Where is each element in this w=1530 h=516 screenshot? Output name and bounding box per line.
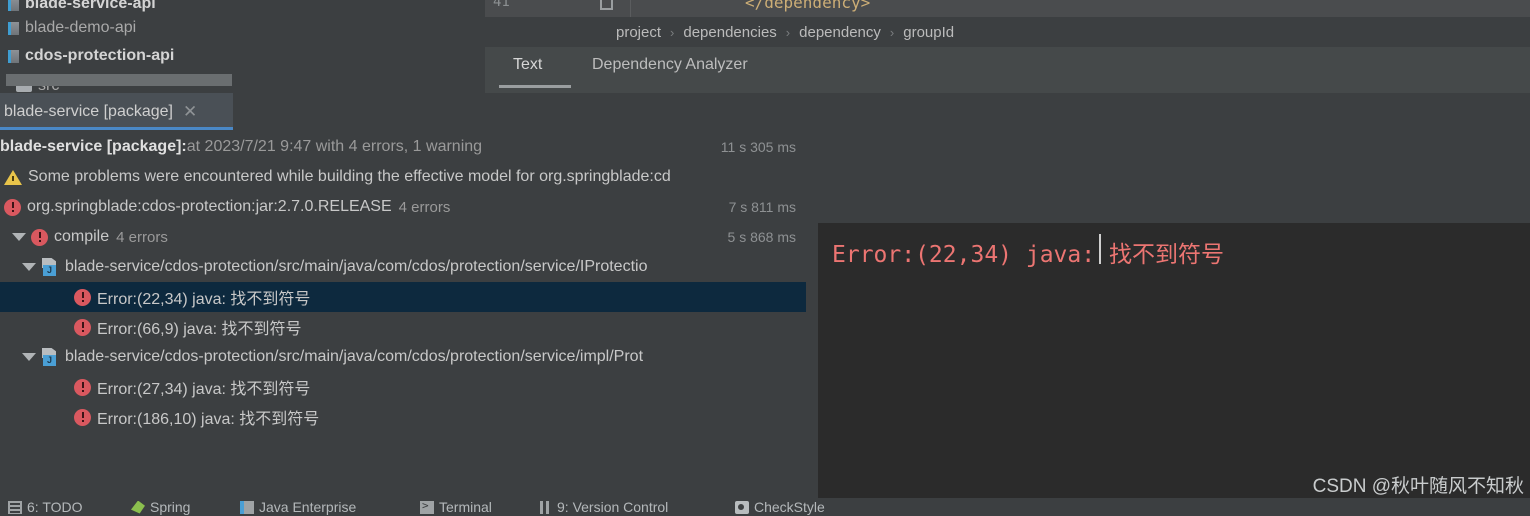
- project-row-label: blade-demo-api: [25, 19, 137, 36]
- java-file-icon: [41, 258, 59, 276]
- build-summary-title: blade-service [package]:: [0, 138, 187, 155]
- breadcrumb-item-project[interactable]: project: [616, 24, 661, 41]
- breadcrumb-item-groupid[interactable]: groupId: [903, 24, 954, 41]
- bottom-button-label: Terminal: [439, 499, 492, 515]
- error-icon: [31, 228, 48, 246]
- bottom-button-label: CheckStyle: [754, 499, 825, 515]
- table-row[interactable]: blade-service/cdos-protection/src/main/j…: [0, 342, 806, 372]
- tab-text[interactable]: Text: [513, 56, 542, 74]
- table-row[interactable]: Error:(27,34) java: 找不到符号: [0, 372, 806, 402]
- pane-splitter[interactable]: [806, 223, 818, 516]
- todo-icon: [8, 500, 22, 514]
- checkstyle-icon: [735, 500, 749, 514]
- source-file-path: blade-service/cdos-protection/src/main/j…: [65, 258, 648, 275]
- artifact-name: org.springblade:cdos-protection:jar:2.7.…: [27, 198, 392, 215]
- error-message: Error:(66,9) java: 找不到符号: [97, 321, 302, 338]
- terminal-icon: [420, 499, 434, 514]
- project-tree-horizontal-scrollbar[interactable]: [6, 74, 232, 86]
- module-icon: [8, 0, 19, 11]
- version-control-icon: [538, 500, 552, 514]
- bottom-button-label: 9: Version Control: [557, 499, 669, 515]
- editor-code-strip[interactable]: 41 </dependency>: [485, 0, 1530, 17]
- bookmark-icon[interactable]: [600, 0, 613, 10]
- ide-window: 41 </dependency> project › dependencies …: [0, 0, 1530, 516]
- java-file-icon: [41, 348, 59, 366]
- messages-tool-window: blade-service [package] ✕ blade-service …: [0, 93, 1530, 516]
- table-row[interactable]: Error:(22,34) java: 找不到符号: [0, 282, 806, 312]
- breadcrumb-item-dependency[interactable]: dependency: [799, 24, 881, 41]
- project-tree-sliver: blade-service-api blade-demo-api cdos-pr…: [0, 0, 485, 93]
- build-results-pane[interactable]: blade-service [package]: at 2023/7/21 9:…: [0, 130, 806, 498]
- error-icon: [74, 318, 91, 336]
- project-row-cdos-protection-api[interactable]: cdos-protection-api: [0, 44, 485, 68]
- breadcrumb-separator-icon: ›: [889, 24, 895, 40]
- bottom-toolbar: 6: TODO Spring Java Enterprise Terminal …: [0, 498, 1530, 516]
- project-row-blade-demo-api[interactable]: blade-demo-api: [0, 16, 485, 40]
- gutter-line-number: 41: [493, 0, 510, 10]
- gutter-divider: [630, 0, 631, 17]
- project-row-label: blade-service-api: [25, 0, 156, 12]
- warning-message: Some problems were encountered while bui…: [28, 168, 671, 185]
- source-file-path: blade-service/cdos-protection/src/main/j…: [65, 348, 644, 365]
- error-count: 4 errors: [116, 228, 168, 246]
- breadcrumb-separator-icon: ›: [670, 24, 675, 40]
- compile-label: compile: [54, 228, 110, 245]
- table-row[interactable]: blade-service/cdos-protection/src/main/j…: [0, 252, 806, 282]
- bottom-button-label: Spring: [150, 499, 191, 515]
- error-message: Error:(186,10) java: 找不到符号: [97, 411, 320, 428]
- breadcrumb-separator-icon: ›: [785, 24, 791, 40]
- bottom-button-checkstyle[interactable]: CheckStyle: [735, 498, 825, 516]
- bottom-button-spring[interactable]: Spring: [131, 498, 190, 516]
- error-message: Error:(27,34) java: 找不到符号: [97, 381, 311, 398]
- error-icon: [74, 378, 91, 396]
- chevron-down-icon[interactable]: [22, 353, 36, 361]
- table-row[interactable]: org.springblade:cdos-protection:jar:2.7.…: [0, 192, 806, 222]
- messages-tab-blade-service[interactable]: blade-service [package] ✕: [0, 93, 233, 130]
- module-icon: [8, 21, 19, 35]
- bottom-button-label: Java Enterprise: [259, 499, 357, 515]
- spring-icon: [131, 500, 145, 514]
- bottom-button-java-enterprise[interactable]: Java Enterprise: [240, 498, 356, 516]
- bottom-button-todo[interactable]: 6: TODO: [8, 498, 83, 516]
- chevron-down-icon[interactable]: [12, 233, 26, 241]
- close-icon[interactable]: ✕: [183, 103, 197, 120]
- table-row[interactable]: Error:(186,10) java: 找不到符号: [0, 402, 806, 432]
- error-message: Error:(22,34) java: 找不到符号: [97, 291, 311, 308]
- error-icon: [74, 288, 91, 306]
- watermark: CSDN @秋叶随风不知秋: [1312, 476, 1524, 497]
- artifact-duration: 7 s 811 ms: [728, 199, 796, 215]
- error-detail-text: Error:(22,34) java: 找不到符号: [832, 242, 1224, 268]
- messages-tab-label: blade-service [package]: [4, 102, 173, 120]
- module-icon: [8, 49, 19, 63]
- xml-closing-tag: </dependency>: [745, 0, 871, 12]
- java-enterprise-icon: [240, 500, 254, 514]
- tab-dependency-analyzer[interactable]: Dependency Analyzer: [592, 56, 748, 74]
- error-count: 4 errors: [398, 198, 451, 216]
- table-row[interactable]: Some problems were encountered while bui…: [0, 162, 806, 192]
- error-icon: [74, 408, 91, 426]
- error-icon: [4, 198, 21, 216]
- table-row[interactable]: Error:(66,9) java: 找不到符号: [0, 312, 806, 342]
- warning-icon: [4, 168, 22, 186]
- bottom-button-terminal[interactable]: Terminal: [420, 498, 492, 516]
- project-row-label: cdos-protection-api: [25, 47, 175, 64]
- table-row[interactable]: compile 4 errors 5 s 868 ms: [0, 222, 806, 252]
- project-row-blade-service-api[interactable]: blade-service-api: [0, 0, 485, 16]
- table-row[interactable]: blade-service [package]: at 2023/7/21 9:…: [0, 132, 806, 162]
- text-caret: [1099, 234, 1101, 264]
- messages-tabbar: blade-service [package] ✕: [0, 93, 1530, 130]
- breadcrumb-item-dependencies[interactable]: dependencies: [683, 24, 776, 41]
- bottom-button-label: 6: TODO: [27, 499, 83, 515]
- build-summary-subtitle: at 2023/7/21 9:47 with 4 errors, 1 warni…: [186, 138, 483, 155]
- bottom-button-version-control[interactable]: 9: Version Control: [538, 498, 668, 516]
- tab-text-underline: [499, 85, 571, 88]
- chevron-down-icon[interactable]: [22, 263, 36, 271]
- editor-tabbar: Text Dependency Analyzer: [485, 47, 1530, 93]
- build-duration: 11 s 305 ms: [720, 139, 796, 155]
- breadcrumb: project › dependencies › dependency › gr…: [485, 17, 1530, 47]
- compile-duration: 5 s 868 ms: [727, 229, 796, 245]
